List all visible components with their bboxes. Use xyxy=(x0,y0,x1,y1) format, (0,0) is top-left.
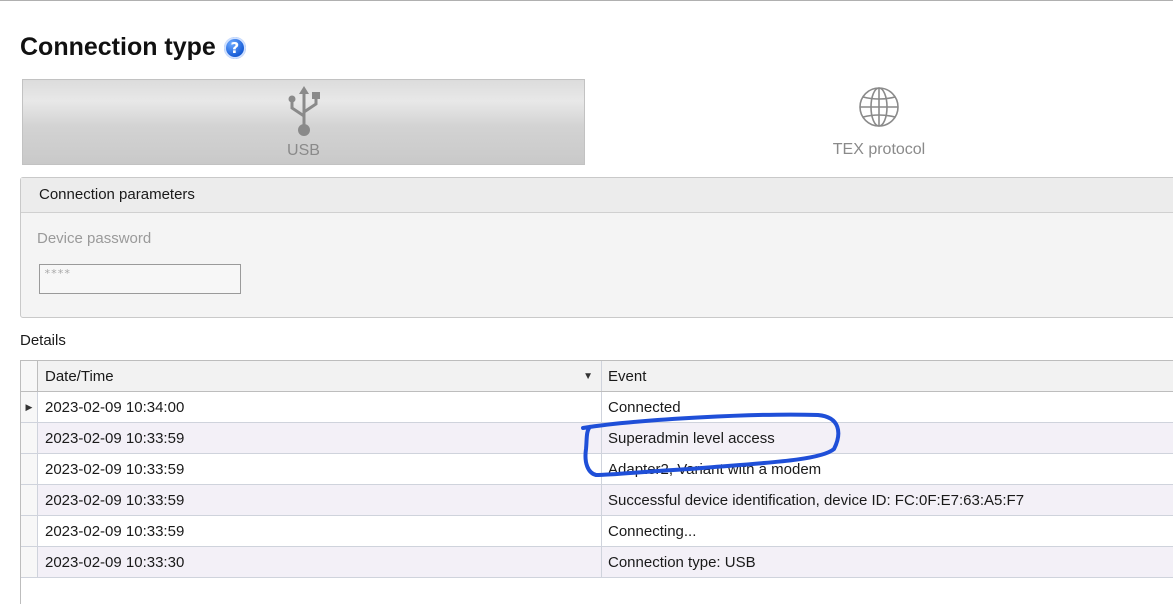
table-row[interactable]: 2023-02-09 10:33:30 Connection type: USB xyxy=(21,547,1173,578)
row-indicator xyxy=(21,485,38,515)
page-title: Connection type xyxy=(20,33,216,61)
cell-event: Connection type: USB xyxy=(608,553,756,571)
column-header-event[interactable]: Event xyxy=(602,361,1173,391)
table-row[interactable]: 2023-02-09 10:33:59 Successful device id… xyxy=(21,485,1173,516)
row-indicator xyxy=(21,547,38,577)
details-grid: Date/Time ▼ Event ▶ 2023-02-09 10:34:00 … xyxy=(20,360,1173,604)
cell-event: Connecting... xyxy=(608,522,697,540)
connection-parameters-panel: Connection parameters Device password **… xyxy=(20,177,1173,318)
cell-datetime: 2023-02-09 10:33:59 xyxy=(38,485,602,515)
help-icon[interactable]: ? xyxy=(223,36,246,59)
globe-icon xyxy=(859,87,899,127)
column-header-datetime-label: Date/Time xyxy=(45,367,114,385)
connection-window: Connection type ? USB TEX protocol Conne… xyxy=(0,0,1173,604)
cell-datetime: 2023-02-09 10:34:00 xyxy=(38,392,602,422)
usb-icon xyxy=(288,86,320,136)
row-indicator xyxy=(21,516,38,546)
table-row[interactable]: 2023-02-09 10:33:59 Superadmin level acc… xyxy=(21,423,1173,454)
connection-parameters-title: Connection parameters xyxy=(21,178,1173,213)
grid-header-row: Date/Time ▼ Event xyxy=(21,361,1173,392)
cell-datetime: 2023-02-09 10:33:59 xyxy=(38,516,602,546)
row-indicator-header xyxy=(21,361,38,391)
details-label: Details xyxy=(20,332,66,349)
connection-type-tabs: USB TEX protocol xyxy=(22,79,1173,165)
current-row-indicator-icon: ▶ xyxy=(21,392,38,422)
title-row: Connection type ? xyxy=(20,33,246,62)
cell-datetime: 2023-02-09 10:33:59 xyxy=(38,423,602,453)
row-indicator xyxy=(21,454,38,484)
cell-datetime: 2023-02-09 10:33:59 xyxy=(38,454,602,484)
table-row[interactable]: ▶ 2023-02-09 10:34:00 Connected xyxy=(21,392,1173,423)
device-password-label: Device password xyxy=(37,230,152,247)
tab-label-usb: USB xyxy=(287,142,320,159)
table-row[interactable]: 2023-02-09 10:33:59 Adapter2, Variant wi… xyxy=(21,454,1173,485)
cell-event: Adapter2, Variant with a modem xyxy=(608,460,822,478)
table-row[interactable]: 2023-02-09 10:33:59 Connecting... xyxy=(21,516,1173,547)
tab-label-tex-protocol: TEX protocol xyxy=(832,141,926,158)
cell-event: Superadmin level access xyxy=(608,429,775,447)
tab-usb[interactable]: USB xyxy=(22,79,585,165)
device-password-field[interactable]: **** xyxy=(39,264,241,294)
cell-event: Connected xyxy=(608,398,681,416)
sort-descending-icon[interactable]: ▼ xyxy=(583,371,593,382)
cell-datetime: 2023-02-09 10:33:30 xyxy=(38,547,602,577)
column-header-datetime[interactable]: Date/Time ▼ xyxy=(38,361,602,391)
tab-tex-protocol[interactable]: TEX protocol xyxy=(585,79,1173,165)
row-indicator xyxy=(21,423,38,453)
cell-event: Successful device identification, device… xyxy=(608,491,1025,509)
